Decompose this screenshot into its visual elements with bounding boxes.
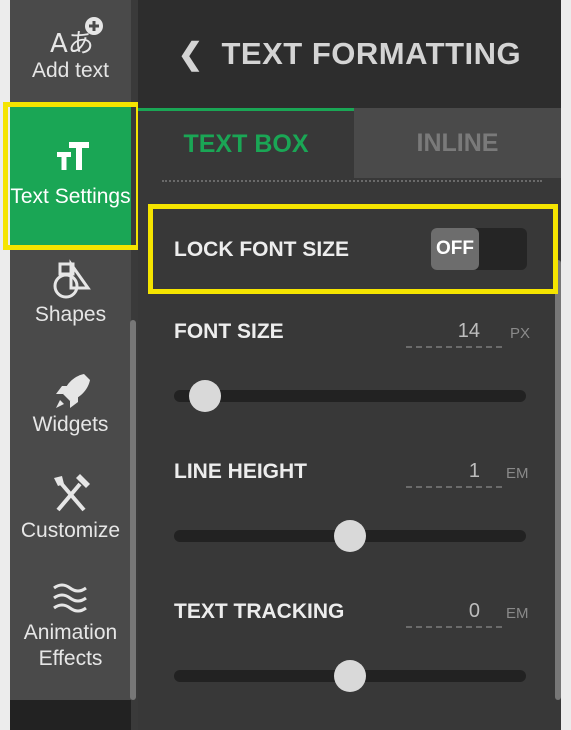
line-height-slider-knob[interactable] [334,520,366,552]
waves-icon [52,583,87,613]
line-height-unit: EM [506,465,529,482]
sidebar-item-label: Animation Effects [23,621,118,670]
panel-scrollbar[interactable] [555,260,561,700]
tools-icon [53,474,90,512]
svg-text:Aあ: Aあ [50,29,94,58]
font-size-slider-knob[interactable] [189,380,221,412]
sidebar-scrollbar[interactable] [130,320,136,700]
sidebar-item-label: Shapes [34,303,107,326]
font-size-unit: PX [510,325,531,342]
sidebar-item-customize[interactable]: Customize [10,472,131,544]
rocket-icon [55,374,90,408]
sidebar-item-shapes[interactable]: Shapes [10,258,131,328]
sidebar-item-widgets[interactable]: Widgets [10,370,131,438]
chevron-left-icon[interactable]: ❮ [178,37,204,72]
tab-inline[interactable]: INLINE [354,108,561,178]
tab-bar: TEXT BOX INLINE [138,108,561,178]
text-tracking-unit: EM [506,605,529,622]
font-size-input[interactable]: 14 [406,318,502,348]
sidebar-item-text-settings[interactable]: Text Settings [10,106,131,246]
sidebar-item-animation-effects[interactable]: Animation Effects [10,576,131,672]
sidebar-item-label: Customize [20,519,121,542]
lock-font-size-label: LOCK FONT SIZE [174,238,349,261]
line-height-label: LINE HEIGHT [174,460,308,483]
sidebar-item-label: Text Settings [10,185,131,208]
tab-text-box[interactable]: TEXT BOX [138,108,354,178]
text-formatting-panel: ❮ TEXT FORMATTING TEXT BOX INLINE LOCK F… [138,0,561,730]
text-tracking-input[interactable]: 0 [406,598,502,628]
page-title: TEXT FORMATTING [221,36,522,71]
sidebar-item-add-text[interactable]: Aあ Add text [10,14,131,84]
window-frame-right [561,0,571,730]
divider [162,180,542,182]
toggle-knob: OFF [431,228,479,270]
lock-font-size-toggle[interactable]: OFF [431,228,527,270]
text-tracking-label: TEXT TRACKING [174,600,345,623]
font-size-label: FONT SIZE [174,320,284,343]
add-text-icon: Aあ [50,17,103,58]
sidebar-item-label: Widgets [32,413,109,436]
window-frame-left [0,0,10,730]
sidebar-footer [10,700,131,730]
sidebar-item-label: Add text [31,59,110,82]
shapes-icon [53,259,91,299]
sidebar: Aあ Add text Text Settings Shapes Widgets… [10,0,131,700]
panel-header: ❮ TEXT FORMATTING [138,0,561,108]
font-size-slider-track[interactable] [174,390,526,402]
line-height-input[interactable]: 1 [406,458,502,488]
text-size-icon [56,142,89,170]
text-tracking-slider-knob[interactable] [334,660,366,692]
